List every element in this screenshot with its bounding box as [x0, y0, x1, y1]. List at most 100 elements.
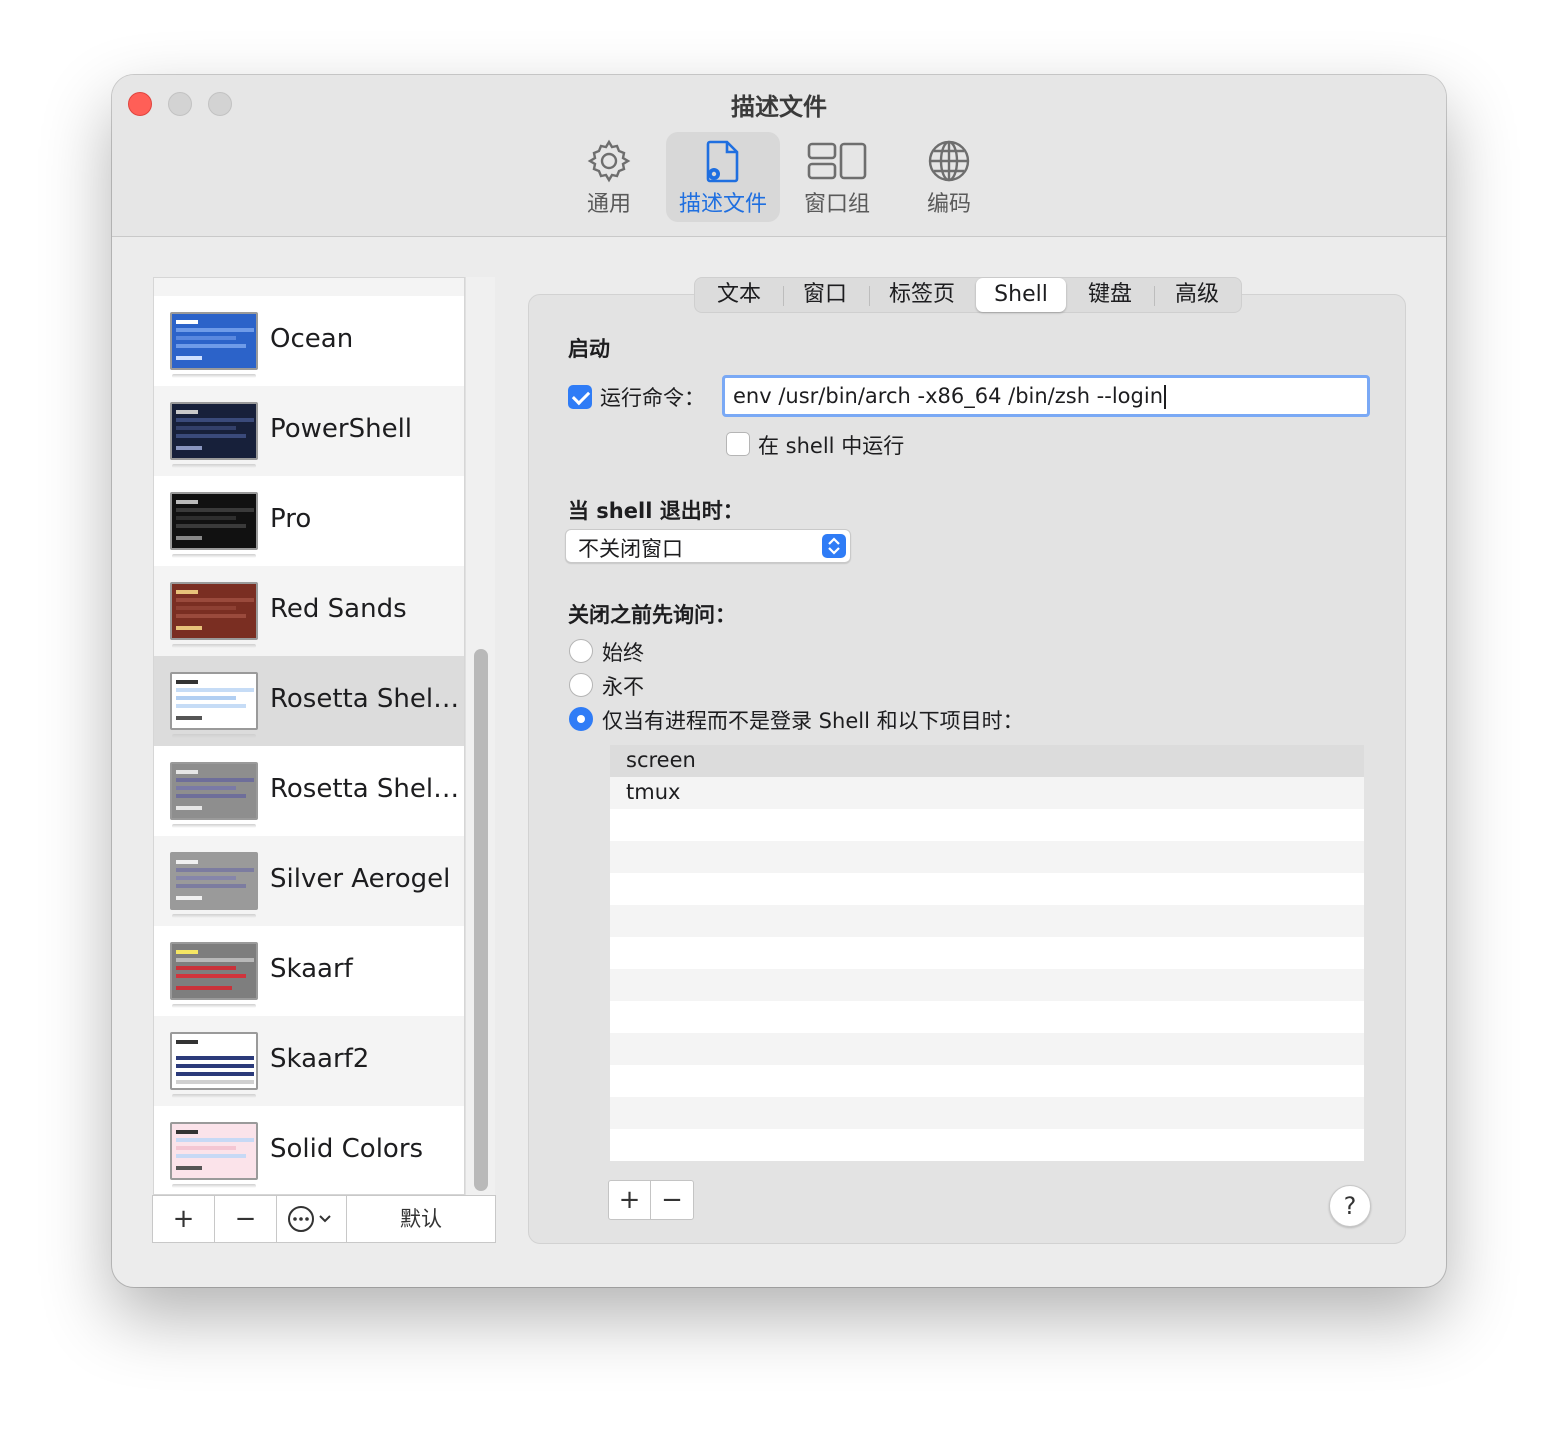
profile-thumbnail: [170, 1032, 258, 1090]
table-row: [610, 1033, 1364, 1065]
profile-name: Rosetta Shel…: [270, 774, 460, 804]
profile-name: Rosetta Shel…: [270, 684, 460, 714]
profile-tabs: 文本 窗口 标签页 Shell 键盘 高级: [694, 277, 1242, 313]
profile-thumbnail: [170, 492, 258, 550]
profile-row-skaarf[interactable]: Skaarf: [154, 926, 464, 1016]
profile-name: PowerShell: [270, 414, 413, 444]
profile-name: Solid Colors: [270, 1134, 424, 1164]
add-profile-button[interactable]: +: [153, 1196, 215, 1242]
scrollbar-thumb[interactable]: [474, 649, 488, 1191]
profile-row-rosetta-shell-1[interactable]: Rosetta Shel…: [154, 656, 464, 746]
ask-never-label: 永不: [602, 675, 644, 699]
help-button[interactable]: ?: [1329, 1185, 1371, 1227]
toolbar-label-encodings: 编码: [926, 192, 971, 217]
table-row: [610, 1065, 1364, 1097]
process-list-actions: + −: [608, 1180, 694, 1220]
run-in-shell-label: 在 shell 中运行: [758, 434, 905, 458]
profile-list[interactable]: Ocean PowerShell Pro Red Sands Rosetta S…: [153, 277, 465, 1195]
globe-icon: [928, 140, 970, 182]
preferences-window: 描述文件 通用 描述文件 窗口组 编码 Ocean PowerShell Pro…: [112, 75, 1446, 1287]
table-row: [610, 1001, 1364, 1033]
profile-row-ocean[interactable]: Ocean: [154, 296, 464, 386]
on-exit-section-title: 当 shell 退出时：: [568, 499, 744, 523]
table-row: [610, 809, 1364, 841]
more-actions-button[interactable]: [277, 1196, 347, 1242]
ask-never-radio[interactable]: [569, 673, 593, 697]
table-row: [610, 937, 1364, 969]
profile-name: Pro: [270, 504, 312, 534]
profile-row-rosetta-shell-2[interactable]: Rosetta Shel…: [154, 746, 464, 836]
on-exit-selected-value: 不关闭窗口: [578, 537, 683, 561]
table-row: [610, 1097, 1364, 1129]
profile-row-pro[interactable]: Pro: [154, 476, 464, 566]
toolbar-label-profiles: 描述文件: [678, 192, 767, 217]
profile-row-red-sands[interactable]: Red Sands: [154, 566, 464, 656]
profile-name: Skaarf2: [270, 1044, 370, 1074]
process-name: screen: [626, 748, 696, 772]
ellipsis-menu-icon: [288, 1206, 331, 1232]
toolbar-item-window-groups[interactable]: 窗口组: [780, 132, 894, 222]
tab-tabs[interactable]: 标签页: [869, 278, 975, 312]
profile-name: Ocean: [270, 324, 354, 354]
profile-name: Red Sands: [270, 594, 407, 624]
profile-name: Skaarf: [270, 954, 353, 984]
toolbar-label-window-groups: 窗口组: [803, 192, 870, 217]
remove-process-button[interactable]: −: [651, 1181, 693, 1219]
profile-thumbnail: [170, 402, 258, 460]
table-row[interactable]: tmux: [610, 777, 1364, 809]
tab-advanced[interactable]: 高级: [1155, 278, 1239, 312]
profile-thumbnail: [170, 672, 258, 730]
run-in-shell-checkbox[interactable]: [726, 432, 750, 456]
add-process-button[interactable]: +: [609, 1181, 651, 1219]
set-default-button[interactable]: 默认: [347, 1196, 495, 1242]
ask-if-processes-radio[interactable]: [569, 707, 593, 731]
table-row: [610, 969, 1364, 1001]
tab-text[interactable]: 文本: [697, 278, 781, 312]
profile-row-skaarf2[interactable]: Skaarf2: [154, 1016, 464, 1106]
profile-list-scrollbar[interactable]: [465, 277, 495, 1195]
profile-thumbnail: [170, 582, 258, 640]
run-command-label: 运行命令：: [600, 386, 705, 410]
table-row: [610, 905, 1364, 937]
process-name: tmux: [626, 780, 681, 804]
profile-thumbnail: [170, 312, 258, 370]
title-bar: 描述文件 通用 描述文件 窗口组 编码: [112, 75, 1446, 237]
on-exit-select[interactable]: 不关闭窗口: [565, 529, 851, 563]
startup-section-title: 启动: [568, 337, 610, 361]
tab-shell[interactable]: Shell: [976, 278, 1066, 312]
process-list[interactable]: screen tmux: [610, 745, 1364, 1161]
profile-name: Silver Aerogel: [270, 864, 451, 894]
window-title: 描述文件: [731, 93, 827, 121]
profile-doc-icon: [706, 140, 739, 183]
profile-row-powershell[interactable]: PowerShell: [154, 386, 464, 476]
run-command-checkbox[interactable]: [568, 385, 592, 409]
run-command-value: env /usr/bin/arch -x86_64 /bin/zsh --log…: [733, 384, 1163, 408]
ask-always-label: 始终: [602, 641, 644, 665]
gear-icon: [587, 139, 631, 183]
profile-thumbnail: [170, 1122, 258, 1180]
table-row: [610, 841, 1364, 873]
toolbar-item-general[interactable]: 通用: [552, 132, 666, 222]
list-item[interactable]: [154, 278, 464, 296]
window-group-icon: [807, 142, 867, 180]
toolbar-item-encodings[interactable]: 编码: [892, 132, 1006, 222]
profile-thumbnail: [170, 762, 258, 820]
profile-list-actions: + − 默认: [152, 1195, 496, 1243]
ask-if-processes-label: 仅当有进程而不是登录 Shell 和以下项目时：: [602, 709, 1024, 733]
remove-profile-button[interactable]: −: [215, 1196, 277, 1242]
profile-row-solid-colors[interactable]: Solid Colors: [154, 1106, 464, 1194]
text-caret: [1164, 385, 1166, 409]
ask-always-radio[interactable]: [569, 639, 593, 663]
ask-before-close-title: 关闭之前先询问：: [568, 603, 736, 627]
toolbar-item-profiles[interactable]: 描述文件: [666, 132, 780, 222]
select-arrows-icon: [822, 534, 846, 558]
profile-thumbnail: [170, 852, 258, 910]
table-row: [610, 1129, 1364, 1161]
profile-thumbnail: [170, 942, 258, 1000]
tab-keyboard[interactable]: 键盘: [1067, 278, 1153, 312]
table-row[interactable]: screen: [610, 745, 1364, 777]
profile-row-silver-aerogel[interactable]: Silver Aerogel: [154, 836, 464, 926]
tab-window[interactable]: 窗口: [783, 278, 867, 312]
table-row: [610, 873, 1364, 905]
run-command-input[interactable]: env /usr/bin/arch -x86_64 /bin/zsh --log…: [722, 375, 1370, 417]
